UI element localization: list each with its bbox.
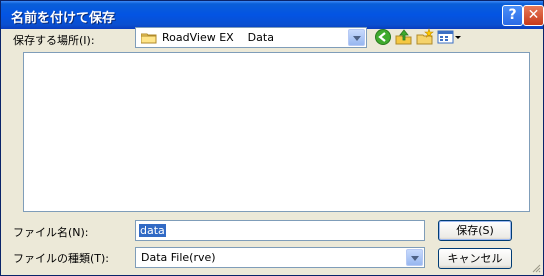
save-location-label: 保存する場所(I): xyxy=(13,34,95,47)
up-folder-icon[interactable] xyxy=(395,28,413,46)
resize-grip-icon[interactable] xyxy=(531,263,541,273)
filename-label: ファイル名(N): xyxy=(13,226,89,239)
filetype-value: Data File(rve) xyxy=(141,251,216,264)
dialog-title: 名前を付けて保存 xyxy=(11,11,116,26)
save-as-dialog: 名前を付けて保存 ? ✕ 保存する場所(I): RoadView EX Data… xyxy=(0,0,544,276)
chevron-down-icon[interactable] xyxy=(348,29,365,46)
title-bar[interactable]: 名前を付けて保存 ? ✕ xyxy=(1,1,544,29)
cancel-button[interactable]: キャンセル xyxy=(438,248,512,269)
help-button[interactable]: ? xyxy=(502,5,523,26)
filename-value: data xyxy=(139,224,166,237)
filetype-label: ファイルの種類(T): xyxy=(13,252,110,265)
save-location-value: RoadView EX Data xyxy=(162,31,274,44)
new-folder-icon[interactable] xyxy=(416,28,434,46)
filetype-dropdown[interactable]: Data File(rve) xyxy=(135,247,425,268)
save-location-dropdown[interactable]: RoadView EX Data xyxy=(135,27,367,48)
back-icon[interactable] xyxy=(374,28,392,46)
folder-icon xyxy=(141,33,157,44)
view-menu-icon[interactable] xyxy=(437,28,463,46)
close-button[interactable]: ✕ xyxy=(523,5,544,26)
chevron-down-icon[interactable] xyxy=(406,249,423,266)
file-list[interactable] xyxy=(23,52,530,212)
save-button[interactable]: 保存(S) xyxy=(438,220,512,241)
filename-input[interactable]: data xyxy=(135,220,425,241)
